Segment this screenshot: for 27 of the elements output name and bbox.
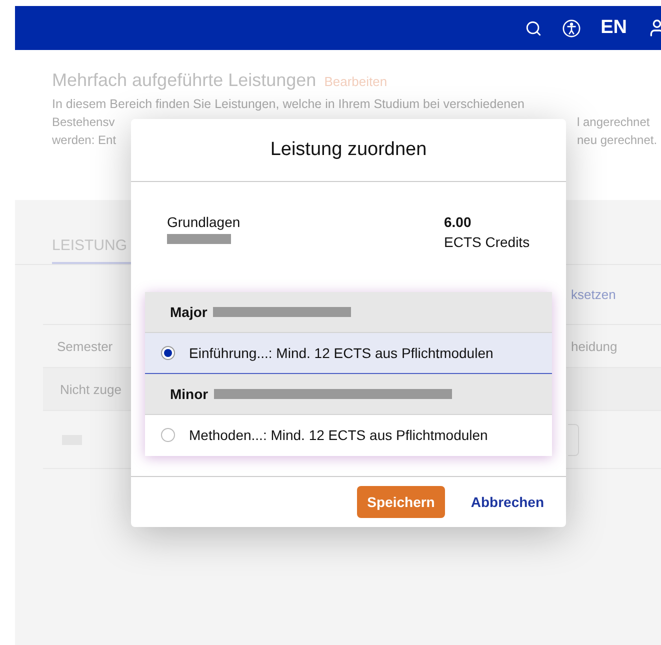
option-row[interactable]: Methoden...: Mind. 12 ECTS aus Pflichtmodulen <box>145 415 552 456</box>
option-label: Einführung...: Mind. 12 ECTS aus Pflichtmodulen <box>189 345 494 361</box>
cancel-button[interactable]: Abbrechen <box>470 494 544 510</box>
option-label: Methoden...: Mind. 12 ECTS aus Pflichtmodulen <box>189 427 488 443</box>
group-label: Minor <box>170 386 208 402</box>
description-text: werden: Ent <box>52 133 116 147</box>
language-link[interactable]: EN <box>600 17 627 39</box>
accessibility-icon[interactable] <box>562 18 581 38</box>
column-header: Semester <box>57 338 113 354</box>
group-label: Major <box>170 304 208 320</box>
description-text: l angerechnet <box>577 115 651 129</box>
option-row[interactable]: Einführung...: Mind. 12 ECTS aus Pflichtmodulen <box>145 333 552 374</box>
credits-unit: ECTS Credits <box>444 234 530 250</box>
column-header: heidung <box>571 338 618 354</box>
radio-button[interactable] <box>161 428 175 442</box>
dialog-title: Leistung zuordnen <box>270 139 427 161</box>
description-text: In diesem Bereich finden Sie Leistungen, welche in Ihrem Studium bei verschiedenen <box>52 97 526 111</box>
search-icon[interactable] <box>524 20 542 36</box>
description-text: neu gerechnet. <box>577 133 658 147</box>
credits-value: 6.00 <box>444 214 472 230</box>
input-field[interactable] <box>568 424 579 456</box>
description-text: Bestehensv <box>52 115 115 129</box>
redacted-bar <box>167 234 231 244</box>
course-name: Grundlagen <box>167 214 240 230</box>
radio-button[interactable] <box>161 346 175 360</box>
section-title: Mehrfach aufgeführte Leistungen <box>52 70 316 91</box>
table-cell-text: Nicht zuge <box>59 382 122 396</box>
